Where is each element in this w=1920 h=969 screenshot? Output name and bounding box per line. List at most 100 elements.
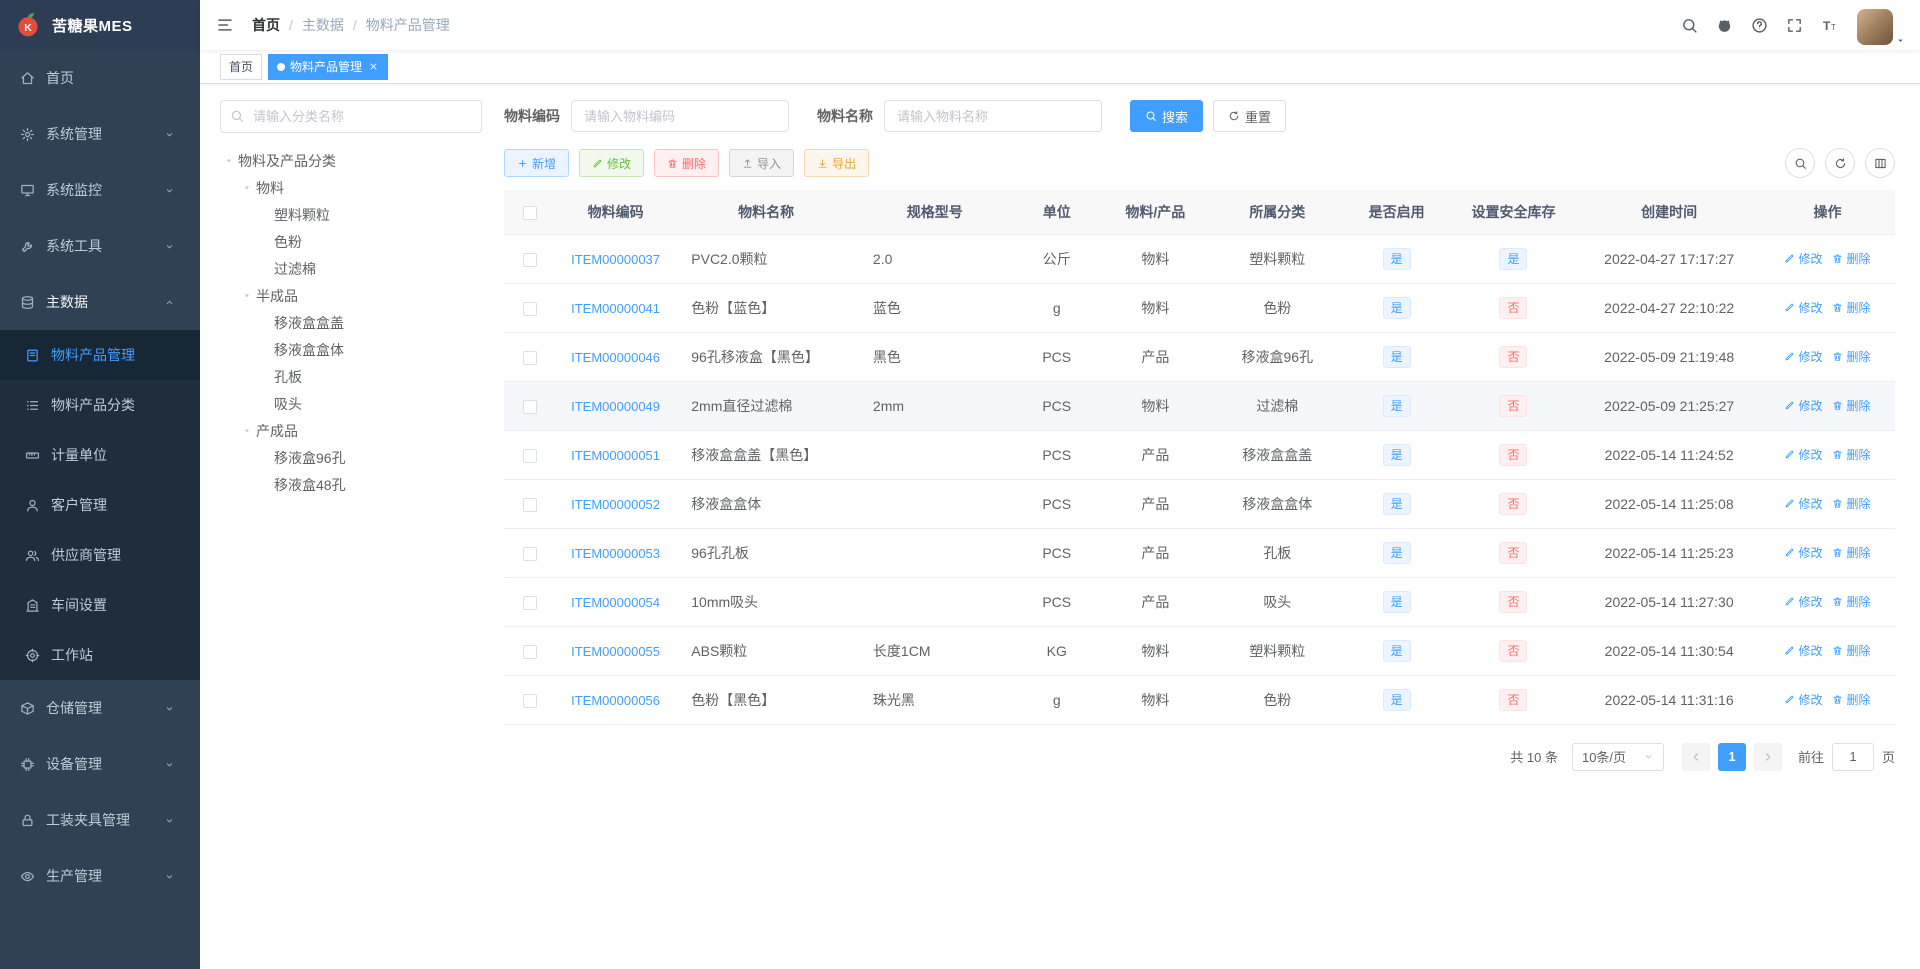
row-checkbox[interactable] <box>522 448 537 463</box>
page-size-select[interactable]: 10条/页 <box>1571 742 1664 771</box>
tree-node[interactable]: 移液盒盒体 <box>220 336 482 363</box>
tag-view-item[interactable]: 首页 <box>220 53 263 80</box>
sidebar-subitem[interactable]: 供应商管理 <box>0 530 200 580</box>
edit-link[interactable]: 修改 <box>1784 495 1822 512</box>
sidebar-subitem[interactable]: 物料产品管理 <box>0 330 200 380</box>
tree-node[interactable]: 物料及产品分类 <box>220 147 482 174</box>
delete-link[interactable]: 删除 <box>1832 250 1871 267</box>
item-code-link[interactable]: ITEM00000046 <box>571 350 660 365</box>
sidebar-item[interactable]: 系统管理 <box>0 106 200 162</box>
tree-node[interactable]: 吸头 <box>220 390 482 417</box>
category-search-input[interactable] <box>220 100 482 133</box>
close-icon[interactable] <box>368 61 379 72</box>
delete-link[interactable]: 删除 <box>1832 397 1871 414</box>
sidebar-item[interactable]: 生产管理 <box>0 848 200 904</box>
reset-button[interactable]: 重置 <box>1213 100 1287 132</box>
help-button[interactable] <box>1742 0 1777 50</box>
avatar[interactable] <box>1857 9 1893 45</box>
row-checkbox[interactable] <box>522 546 537 561</box>
sidebar-toggle-button[interactable] <box>200 0 250 50</box>
delete-link[interactable]: 删除 <box>1832 299 1871 316</box>
github-button[interactable] <box>1707 0 1742 50</box>
row-checkbox[interactable] <box>522 497 537 512</box>
item-code-link[interactable]: ITEM00000049 <box>571 399 660 414</box>
item-code-link[interactable]: ITEM00000056 <box>571 693 660 708</box>
tree-node[interactable]: 塑料颗粒 <box>220 201 482 228</box>
tag-view-item[interactable]: 物料产品管理 <box>268 53 389 80</box>
item-code-link[interactable]: ITEM00000037 <box>571 252 660 267</box>
columns-button[interactable] <box>1865 148 1895 178</box>
delete-link[interactable]: 删除 <box>1832 495 1871 512</box>
goto-page-input[interactable] <box>1831 742 1874 771</box>
edit-link[interactable]: 修改 <box>1784 446 1822 463</box>
row-checkbox[interactable] <box>522 644 537 659</box>
export-button[interactable]: 导出 <box>804 149 870 177</box>
import-button[interactable]: 导入 <box>729 149 795 177</box>
tree-node[interactable]: 过滤棉 <box>220 255 482 282</box>
sidebar-item[interactable]: 系统监控 <box>0 162 200 218</box>
edit-link[interactable]: 修改 <box>1784 397 1822 414</box>
tree-node[interactable]: 色粉 <box>220 228 482 255</box>
sidebar-subitem[interactable]: 车间设置 <box>0 580 200 630</box>
filter-input-1[interactable] <box>884 100 1102 132</box>
breadcrumb-item[interactable]: 首页 <box>252 15 280 35</box>
tree-node[interactable]: 移液盒48孔 <box>220 471 482 498</box>
row-checkbox[interactable] <box>522 252 537 267</box>
tree-node[interactable]: 物料 <box>220 174 482 201</box>
row-checkbox[interactable] <box>522 595 537 610</box>
sidebar-item[interactable]: 设备管理 <box>0 736 200 792</box>
tree-node[interactable]: 孔板 <box>220 363 482 390</box>
select-all-checkbox[interactable] <box>522 205 537 220</box>
sidebar-subitem[interactable]: 工作站 <box>0 630 200 680</box>
current-page-button[interactable]: 1 <box>1717 742 1746 771</box>
edit-link[interactable]: 修改 <box>1784 544 1822 561</box>
edit-link[interactable]: 修改 <box>1784 593 1822 610</box>
tree-node[interactable]: 移液盒96孔 <box>220 444 482 471</box>
add-button[interactable]: 新增 <box>504 149 570 177</box>
row-checkbox[interactable] <box>522 693 537 708</box>
sidebar-subitem[interactable]: 物料产品分类 <box>0 380 200 430</box>
filter-input-0[interactable] <box>571 100 789 132</box>
edit-link[interactable]: 修改 <box>1784 348 1822 365</box>
tree-node[interactable]: 移液盒盒盖 <box>220 309 482 336</box>
tree-node[interactable]: 半成品 <box>220 282 482 309</box>
delete-link[interactable]: 删除 <box>1832 593 1871 610</box>
row-checkbox[interactable] <box>522 301 537 316</box>
show-search-button[interactable] <box>1785 148 1815 178</box>
item-code-link[interactable]: ITEM00000051 <box>571 448 660 463</box>
item-code-link[interactable]: ITEM00000055 <box>571 644 660 659</box>
delete-link[interactable]: 删除 <box>1832 446 1871 463</box>
item-code-link[interactable]: ITEM00000053 <box>571 546 660 561</box>
item-code-link[interactable]: ITEM00000041 <box>571 301 660 316</box>
delete-link[interactable]: 删除 <box>1832 348 1871 365</box>
search-button[interactable]: 搜索 <box>1130 100 1204 132</box>
prev-page-button[interactable] <box>1681 742 1710 771</box>
sidebar-item[interactable]: 工装夹具管理 <box>0 792 200 848</box>
next-page-button[interactable] <box>1753 742 1782 771</box>
sidebar-item[interactable]: 系统工具 <box>0 218 200 274</box>
edit-link[interactable]: 修改 <box>1784 691 1822 708</box>
row-checkbox[interactable] <box>522 399 537 414</box>
edit-link[interactable]: 修改 <box>1784 299 1822 316</box>
sidebar-item[interactable]: 首页 <box>0 50 200 106</box>
delete-link[interactable]: 删除 <box>1832 642 1871 659</box>
sidebar-item[interactable]: 仓储管理 <box>0 680 200 736</box>
fullscreen-button[interactable] <box>1777 0 1812 50</box>
delete-link[interactable]: 删除 <box>1832 691 1871 708</box>
edit-link[interactable]: 修改 <box>1784 250 1822 267</box>
item-code-link[interactable]: ITEM00000054 <box>571 595 660 610</box>
item-code-link[interactable]: ITEM00000052 <box>571 497 660 512</box>
row-checkbox[interactable] <box>522 350 537 365</box>
refresh-button[interactable] <box>1825 148 1855 178</box>
edit-button[interactable]: 修改 <box>579 149 645 177</box>
tree-node[interactable]: 产成品 <box>220 417 482 444</box>
delete-link[interactable]: 删除 <box>1832 544 1871 561</box>
user-menu[interactable] <box>1857 0 1906 50</box>
sidebar-subitem[interactable]: 客户管理 <box>0 480 200 530</box>
sidebar-item[interactable]: 主数据 <box>0 274 200 330</box>
edit-link[interactable]: 修改 <box>1784 642 1822 659</box>
font-size-button[interactable]: TT <box>1812 0 1847 50</box>
sidebar-subitem[interactable]: 计量单位 <box>0 430 200 480</box>
header-search-button[interactable] <box>1672 0 1707 50</box>
delete-button[interactable]: 删除 <box>654 149 720 177</box>
